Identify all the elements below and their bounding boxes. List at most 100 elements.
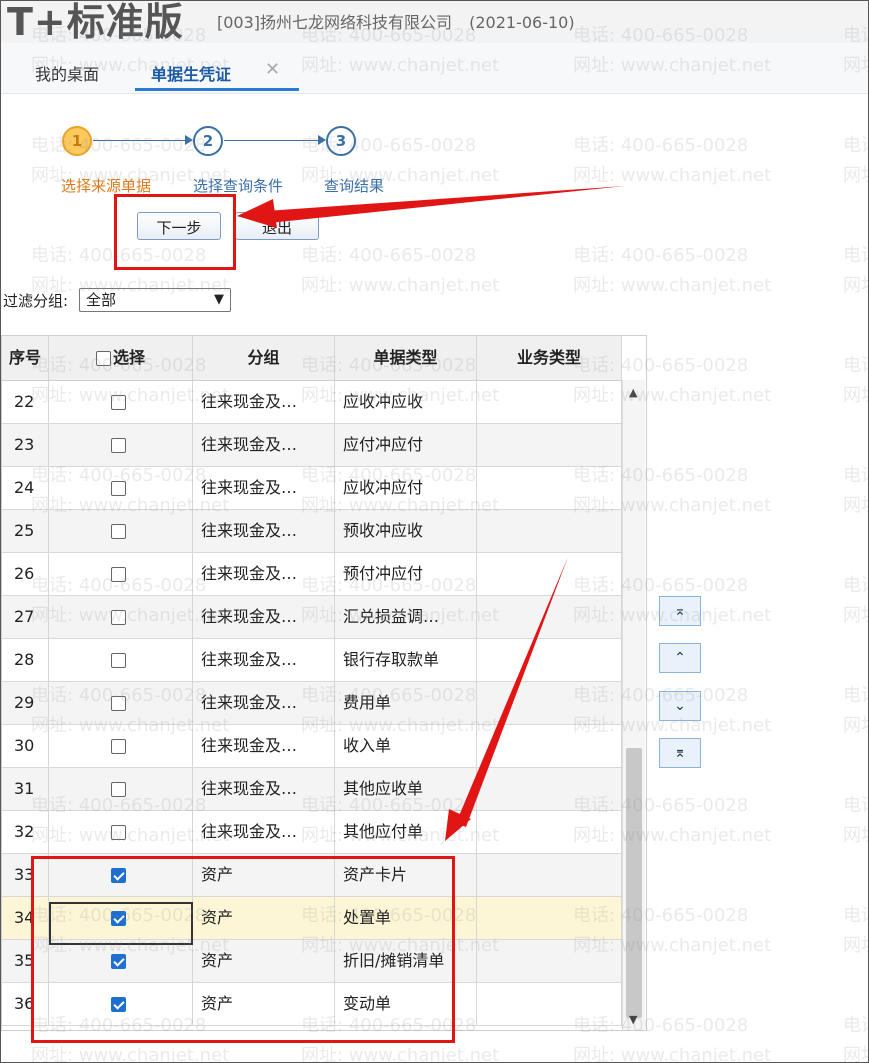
move-down-button[interactable]: ⌄ <box>659 691 701 721</box>
row-select-checkbox[interactable] <box>111 438 126 453</box>
table-row[interactable]: 22 往来现金及… 应收冲应收 <box>2 381 622 424</box>
step-arrow-1-icon <box>185 135 193 145</box>
move-top-button[interactable]: ⌅ <box>659 596 701 626</box>
step-3-label: 查询结果 <box>324 177 385 195</box>
row-doc-type: 其他应收单 <box>335 768 477 810</box>
table-row[interactable]: 31 往来现金及… 其他应收单 <box>2 768 622 811</box>
row-select-checkbox[interactable] <box>111 954 126 969</box>
row-select-checkbox[interactable] <box>111 524 126 539</box>
row-doc-type: 资产卡片 <box>335 854 477 896</box>
row-select-cell[interactable] <box>49 768 193 810</box>
row-doc-type: 收入单 <box>335 725 477 767</box>
tab-close-icon[interactable]: ✕ <box>265 59 280 80</box>
row-biz-type <box>477 596 622 638</box>
watermark-site: 网址: www.chanjet.net <box>843 275 868 296</box>
row-select-cell[interactable] <box>49 596 193 638</box>
row-biz-type <box>477 940 622 982</box>
watermark-phone: 电话: 400-665-0028 <box>31 135 207 156</box>
chevron-down-icon: ▼ <box>214 292 224 307</box>
table-row[interactable]: 30 往来现金及… 收入单 <box>2 725 622 768</box>
watermark-phone: 电话: 400-665-0028 <box>301 245 477 266</box>
watermark-phone: 电话: 400-665-0028 <box>843 575 868 596</box>
row-select-cell[interactable] <box>49 854 193 896</box>
row-select-checkbox[interactable] <box>111 610 126 625</box>
step-arrow-2-icon <box>318 135 326 145</box>
table-row[interactable]: 25 往来现金及… 预收冲应收 <box>2 510 622 553</box>
table-row[interactable]: 26 往来现金及… 预付冲应付 <box>2 553 622 596</box>
row-biz-type <box>477 725 622 767</box>
exit-button[interactable]: 退出 <box>235 212 319 240</box>
column-header-doc-type[interactable]: 单据类型 <box>335 336 477 380</box>
watermark-phone: 电话: 400-665-0028 <box>843 1015 868 1036</box>
scroll-down-icon[interactable]: ▼ <box>629 1013 637 1026</box>
row-group: 资产 <box>193 854 335 896</box>
row-select-cell[interactable] <box>49 682 193 724</box>
active-tab-indicator <box>135 88 299 91</box>
row-group: 资产 <box>193 897 335 939</box>
row-select-cell[interactable] <box>49 811 193 853</box>
filter-group-select[interactable]: 全部 ▼ <box>79 288 231 312</box>
watermark-phone: 电话: 400-665-0028 <box>843 905 868 926</box>
table-row[interactable]: 32 往来现金及… 其他应付单 <box>2 811 622 854</box>
row-select-checkbox[interactable] <box>111 567 126 582</box>
account-date: (2021-06-10) <box>469 13 575 32</box>
column-header-group[interactable]: 分组 <box>193 336 335 380</box>
watermark-site: 网址: www.chanjet.net <box>301 1045 500 1063</box>
row-doc-type: 预收冲应收 <box>335 510 477 552</box>
row-select-cell[interactable] <box>49 940 193 982</box>
row-select-cell[interactable] <box>49 725 193 767</box>
table-row[interactable]: 29 往来现金及… 费用单 <box>2 682 622 725</box>
row-select-cell[interactable] <box>49 553 193 595</box>
row-biz-type <box>477 639 622 681</box>
select-all-checkbox[interactable] <box>95 351 111 366</box>
row-select-cell[interactable] <box>49 510 193 552</box>
row-select-checkbox[interactable] <box>111 653 126 668</box>
table-row[interactable]: 36 资产 变动单 <box>2 983 622 1026</box>
row-select-checkbox[interactable] <box>111 739 126 754</box>
focused-cell <box>49 902 193 945</box>
next-step-button[interactable]: 下一步 <box>137 212 221 240</box>
table-row[interactable]: 28 往来现金及… 银行存取款单 <box>2 639 622 682</box>
grid-vertical-scrollbar[interactable]: ▲ ▼ <box>622 380 645 1030</box>
row-select-checkbox[interactable] <box>111 395 126 410</box>
row-doc-type: 处置单 <box>335 897 477 939</box>
row-biz-type <box>477 424 622 466</box>
row-biz-type <box>477 553 622 595</box>
move-up-button[interactable]: ⌃ <box>659 643 701 673</box>
row-select-cell[interactable] <box>49 983 193 1025</box>
move-bottom-button[interactable]: ⌆ <box>659 738 701 768</box>
tab-voucher-from-documents[interactable]: 单据生凭证 <box>151 61 231 85</box>
watermark-site: 网址: www.chanjet.net <box>843 605 868 626</box>
row-select-checkbox[interactable] <box>111 696 126 711</box>
row-select-checkbox[interactable] <box>111 782 126 797</box>
row-select-checkbox[interactable] <box>111 481 126 496</box>
row-group: 往来现金及… <box>193 553 335 595</box>
row-number: 29 <box>2 682 49 724</box>
scroll-up-icon[interactable]: ▲ <box>629 386 637 399</box>
table-row[interactable]: 24 往来现金及… 应收冲应付 <box>2 467 622 510</box>
scrollbar-thumb[interactable] <box>626 748 642 1018</box>
tab-my-desktop[interactable]: 我的桌面 <box>35 61 99 85</box>
column-header-select[interactable]: 选择 <box>49 336 193 380</box>
column-header-biz-type[interactable]: 业务类型 <box>477 336 622 380</box>
column-header-no[interactable]: 序号 <box>2 336 49 380</box>
row-select-cell[interactable] <box>49 467 193 509</box>
row-select-cell[interactable] <box>49 639 193 681</box>
row-number: 27 <box>2 596 49 638</box>
table-row[interactable]: 33 资产 资产卡片 <box>2 854 622 897</box>
watermark-phone: 电话: 400-665-0028 <box>573 135 749 156</box>
watermark-phone: 电话: 400-665-0028 <box>843 685 868 706</box>
row-select-checkbox[interactable] <box>111 997 126 1012</box>
row-number: 24 <box>2 467 49 509</box>
table-row[interactable]: 27 往来现金及… 汇兑损益调… <box>2 596 622 639</box>
row-select-checkbox[interactable] <box>111 868 126 883</box>
table-row[interactable]: 35 资产 折旧/摊销清单 <box>2 940 622 983</box>
row-select-cell[interactable] <box>49 381 193 423</box>
row-select-checkbox[interactable] <box>111 825 126 840</box>
row-select-cell[interactable] <box>49 424 193 466</box>
row-group: 往来现金及… <box>193 596 335 638</box>
app-window: T+标准版 [003]扬州七龙网络科技有限公司 (2021-06-10) 我的桌… <box>0 0 869 1063</box>
table-row[interactable]: 23 往来现金及… 应付冲应付 <box>2 424 622 467</box>
step-connector-2 <box>224 140 320 141</box>
row-group: 资产 <box>193 983 335 1025</box>
